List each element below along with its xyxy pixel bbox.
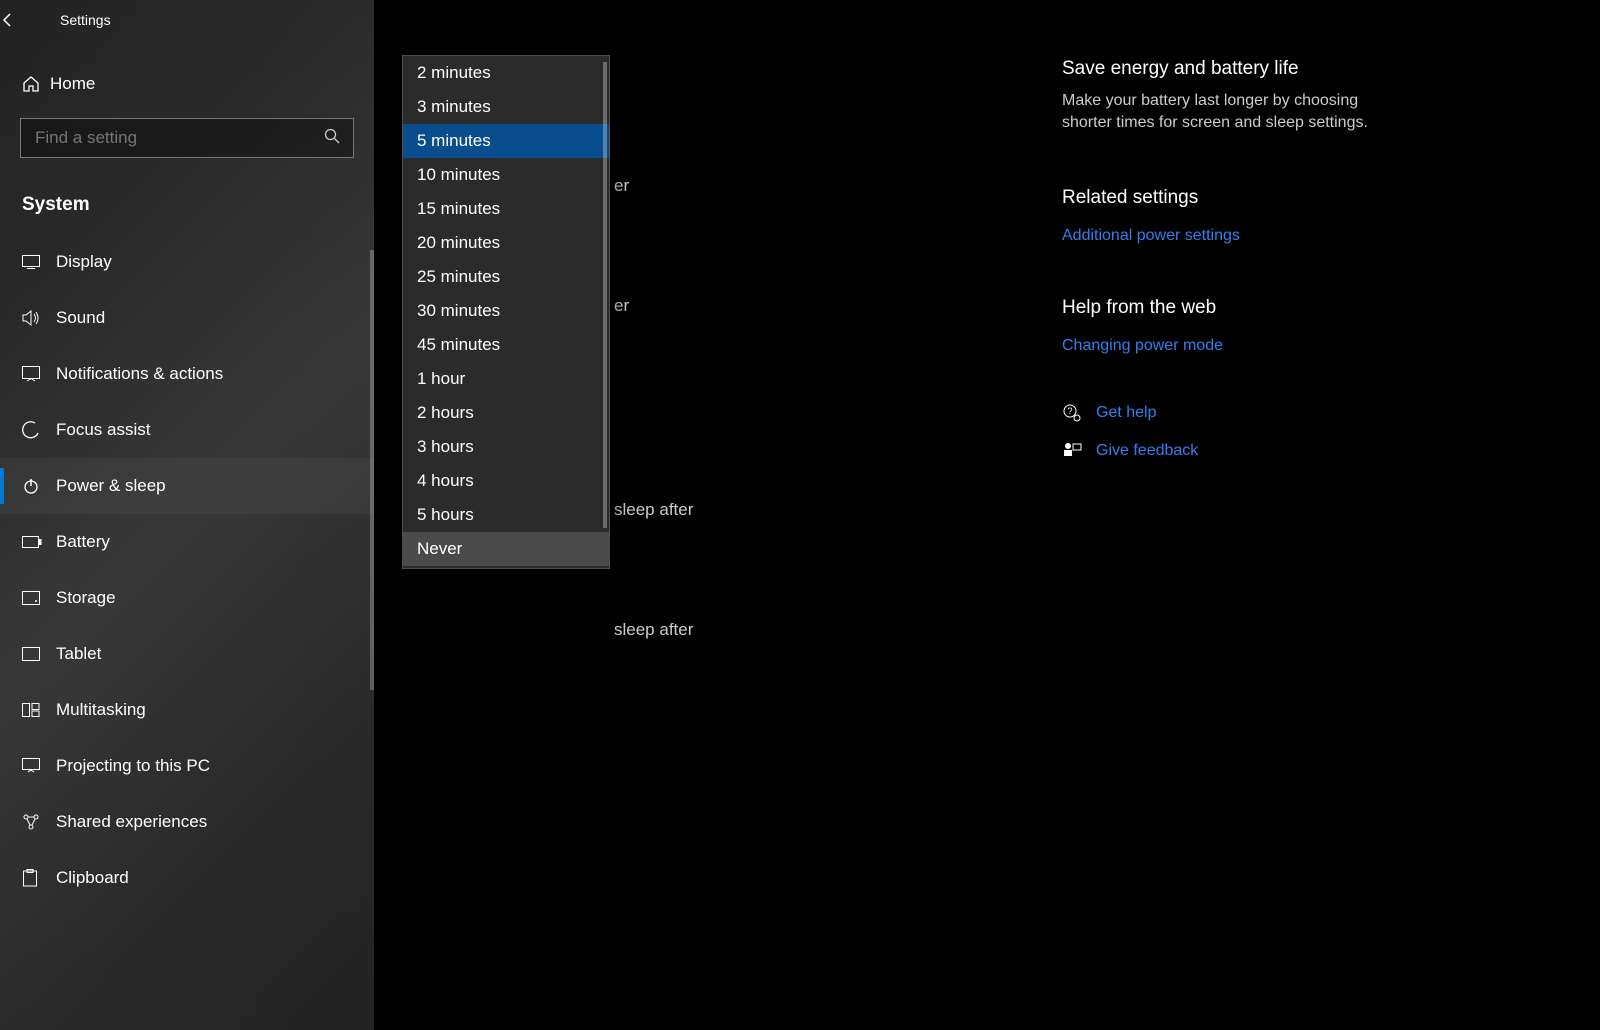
sidebar-item-label: Projecting to this PC (56, 756, 210, 776)
screen-battery-text: er (614, 176, 693, 196)
dropdown-option-selected[interactable]: 5 minutes (403, 124, 609, 158)
dropdown-option[interactable]: 25 minutes (403, 260, 609, 294)
search-input[interactable] (20, 118, 354, 158)
dropdown-option[interactable]: 20 minutes (403, 226, 609, 260)
dropdown-option[interactable]: 4 hours (403, 464, 609, 498)
back-button[interactable] (0, 12, 50, 28)
arrow-left-icon (0, 12, 16, 28)
sidebar-item-notifications[interactable]: Notifications & actions (0, 346, 374, 402)
time-dropdown[interactable]: 2 minutes 3 minutes 5 minutes 10 minutes… (402, 55, 610, 569)
storage-icon (22, 591, 56, 605)
home-label: Home (50, 74, 95, 94)
related-heading: Related settings (1062, 187, 1382, 209)
sound-icon (22, 310, 56, 326)
sidebar-item-label: Sound (56, 308, 105, 328)
sidebar-item-shared-experiences[interactable]: Shared experiences (0, 794, 374, 850)
sidebar-item-label: Battery (56, 532, 110, 552)
give-feedback-row[interactable]: Give feedback (1062, 441, 1382, 461)
give-feedback-link[interactable]: Give feedback (1096, 442, 1198, 460)
sidebar-item-projecting[interactable]: Projecting to this PC (0, 738, 374, 794)
sidebar-item-label: Display (56, 252, 112, 272)
help-icon: ? (1062, 403, 1096, 423)
display-icon (22, 255, 56, 269)
dropdown-option[interactable]: 3 minutes (403, 90, 609, 124)
focus-assist-icon (22, 421, 56, 439)
sleep-plugged-text: sleep after (614, 620, 693, 640)
dropdown-option[interactable]: 5 hours (403, 498, 609, 532)
sidebar-item-power-sleep[interactable]: Power & sleep (0, 458, 374, 514)
energy-body: Make your battery last longer by choosin… (1062, 90, 1382, 135)
shared-icon (22, 813, 56, 831)
notifications-icon (22, 366, 56, 382)
tablet-icon (22, 647, 56, 661)
additional-power-link[interactable]: Additional power settings (1062, 227, 1240, 245)
sidebar-item-tablet[interactable]: Tablet (0, 626, 374, 682)
clipboard-icon (22, 869, 56, 887)
sidebar-item-label: Notifications & actions (56, 364, 223, 384)
sidebar-item-focus-assist[interactable]: Focus assist (0, 402, 374, 458)
sidebar-item-clipboard[interactable]: Clipboard (0, 850, 374, 906)
svg-text:?: ? (1067, 406, 1072, 416)
dropdown-option[interactable]: 10 minutes (403, 158, 609, 192)
right-column: Save energy and battery life Make your b… (1062, 58, 1382, 461)
changing-power-mode-link[interactable]: Changing power mode (1062, 337, 1223, 355)
sidebar-item-battery[interactable]: Battery (0, 514, 374, 570)
search-container (0, 106, 374, 170)
dropdown-option-hover[interactable]: Never (403, 532, 609, 566)
sidebar-item-label: Clipboard (56, 868, 129, 888)
sidebar-item-label: Focus assist (56, 420, 150, 440)
dropdown-scrollbar[interactable] (603, 62, 607, 528)
window-title: Settings (50, 12, 111, 28)
sidebar-item-sound[interactable]: Sound (0, 290, 374, 346)
sidebar-item-label: Storage (56, 588, 116, 608)
sidebar-item-display[interactable]: Display (0, 234, 374, 290)
battery-icon (22, 536, 56, 548)
dropdown-option[interactable]: 45 minutes (403, 328, 609, 362)
dropdown-option[interactable]: 15 minutes (403, 192, 609, 226)
get-help-row[interactable]: ? Get help (1062, 403, 1382, 423)
search-icon (324, 128, 340, 144)
help-heading: Help from the web (1062, 297, 1382, 319)
multitasking-icon (22, 703, 56, 717)
get-help-link[interactable]: Get help (1096, 404, 1156, 422)
sidebar-item-label: Power & sleep (56, 476, 166, 496)
power-icon (22, 477, 56, 495)
titlebar: Settings (0, 0, 1600, 40)
screen-plugged-text: er (614, 296, 693, 316)
category-heading: System (0, 170, 374, 234)
sleep-battery-text: sleep after (614, 500, 693, 520)
dropdown-option[interactable]: 1 hour (403, 362, 609, 396)
dropdown-option[interactable]: 2 minutes (403, 56, 609, 90)
sidebar-item-label: Shared experiences (56, 812, 207, 832)
dropdown-option[interactable]: 30 minutes (403, 294, 609, 328)
sidebar-item-multitasking[interactable]: Multitasking (0, 682, 374, 738)
projecting-icon (22, 758, 56, 774)
dropdown-option[interactable]: 2 hours (403, 396, 609, 430)
nav-list: Display Sound Notifications & actions Fo… (0, 234, 374, 906)
home-icon (22, 75, 50, 93)
energy-heading: Save energy and battery life (1062, 58, 1382, 80)
dropdown-option[interactable]: 3 hours (403, 430, 609, 464)
sidebar-item-label: Tablet (56, 644, 101, 664)
sidebar-item-storage[interactable]: Storage (0, 570, 374, 626)
sidebar-item-label: Multitasking (56, 700, 146, 720)
home-button[interactable]: Home (0, 62, 374, 106)
feedback-icon (1062, 441, 1096, 461)
sidebar: Home System Display Sound Notifications … (0, 0, 374, 1030)
